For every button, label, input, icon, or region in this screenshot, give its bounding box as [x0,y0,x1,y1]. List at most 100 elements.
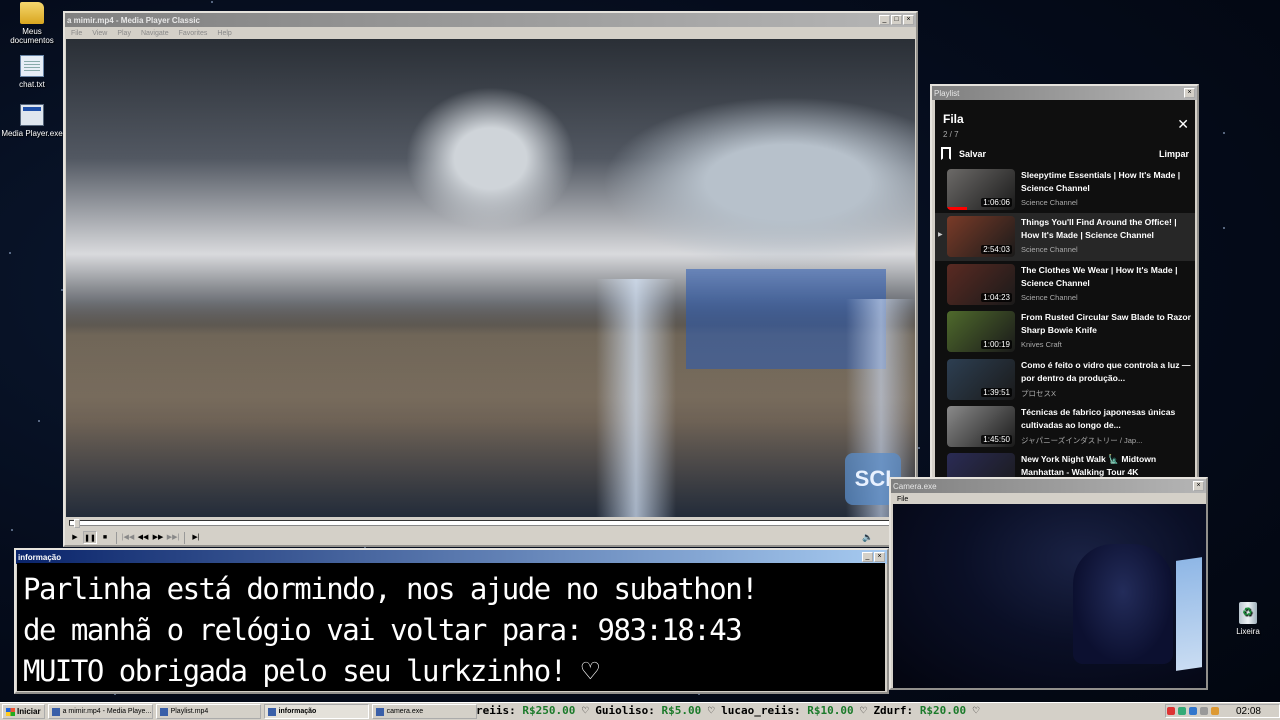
playlist-item[interactable]: 1:04:23 The Clothes We Wear | How It's Ma… [935,261,1195,308]
channel-name: Science Channel [1021,198,1078,207]
info-message: Parlinha está dormindo, nos ajude no sub… [17,563,885,691]
menu-play[interactable]: Play [117,30,131,37]
video-thumbnail: 1:45:50 [947,405,1015,447]
application-icon [20,104,44,126]
pause-icon[interactable]: ❚❚ [83,531,97,544]
close-icon[interactable]: ✕ [1177,116,1189,133]
video-title: Como é feito o vidro que controla a luz … [1021,359,1191,383]
seek-thumb[interactable] [74,519,81,528]
watch-progress [947,207,968,210]
windows-logo-icon [6,707,15,716]
tray-icon[interactable] [1210,707,1219,715]
playlist-titlebar[interactable]: Playlist × [932,86,1197,100]
donation-ticker: reiis: R$250.00 ♡ Guioliso: R$5.00 ♡ luc… [476,704,1166,718]
tray-icon[interactable] [1188,707,1197,715]
taskbar-button[interactable]: a mimir.mp4 - Media Playe... [47,704,153,719]
camera-subject [1073,544,1173,664]
rewind-icon[interactable]: ◀◀ [136,531,150,544]
maximize-button[interactable]: □ [891,15,902,25]
window-title: Playlist [934,88,960,98]
volume-icon[interactable]: 🔈 [862,532,873,543]
play-icon[interactable]: ▶ [68,531,82,544]
close-button[interactable]: × [1193,481,1204,491]
desktop-icon-label: Meus documentos [10,27,54,45]
playlist-item[interactable]: 1:45:50 Técnicas de fabrico japonesas úni… [935,403,1195,450]
window-icon [267,707,276,716]
heart-icon: ♡ [853,704,874,717]
playlist-item[interactable]: 1:00:19 From Rusted Circular Saw Blade to… [935,308,1195,355]
video-title: Técnicas de fabrico japonesas únicas cul… [1021,406,1176,430]
desktop-icon-my-documents[interactable]: Meus documentos [0,2,64,45]
window-icon [51,707,60,716]
fast-forward-icon[interactable]: ▶▶ [151,531,165,544]
heart-icon: ♡ [575,704,596,717]
taskbar-button[interactable]: Playlist.mp4 [155,704,261,719]
playlist-item[interactable]: ▶ 2:54:03 Things You'll Find Around the Of… [935,213,1195,261]
video-thumbnail: 2:54:03 [947,216,1015,258]
taskbar-button-label: Playlist.mp4 [170,708,209,715]
video-thumbnail: 1:00:19 [947,311,1015,353]
frame-step-icon[interactable]: ▶| [189,531,203,544]
tray-icon[interactable] [1177,707,1186,715]
media-player-titlebar[interactable]: a mimir.mp4 - Media Player Classic _ □ × [65,13,916,27]
desktop-icon-label: chat.txt [19,80,45,89]
menu-view[interactable]: View [92,30,107,37]
window-icon [375,707,384,716]
info-line: MUITO obrigada pelo seu lurkzinho! ♡ [23,654,599,688]
desktop-icon-label: Media Player.exe [1,129,63,138]
stop-icon[interactable]: ■ [98,531,112,544]
donation-amount: R$10.00 [807,704,854,717]
close-button[interactable]: × [903,15,914,25]
desktop-icon-chat-txt[interactable]: chat.txt [0,55,64,89]
taskbar-button-label: a mimir.mp4 - Media Playe... [62,708,152,715]
menu-navigate[interactable]: Navigate [141,30,169,37]
desktop-icon-media-player[interactable]: Media Player.exe [0,104,64,138]
bookmark-icon[interactable] [941,147,951,160]
seek-bar[interactable] [69,519,911,528]
save-button[interactable]: Salvar [959,149,986,159]
donor-name: lucao_reiis: [721,704,801,717]
divider [116,531,117,544]
minimize-button[interactable]: _ [862,552,873,562]
menu-favorites[interactable]: Favorites [179,30,208,37]
video-thumbnail: 1:39:51 [947,358,1015,400]
start-button[interactable]: Iniciar [2,704,45,719]
video-scene-element [596,279,676,517]
star [1222,227,1225,230]
camera-background-screen [1176,557,1202,671]
next-icon[interactable]: ▶▶| [166,531,180,544]
donor-name: Zdurf: [873,704,914,717]
info-titlebar[interactable]: informação _ × [16,550,887,564]
clock: 02:08 [1235,705,1261,717]
taskbar-button[interactable]: camera.exe [371,704,477,719]
camera-titlebar[interactable]: Camera.exe × [891,479,1206,493]
menu-help[interactable]: Help [217,30,231,37]
now-playing-icon: ▶ [938,232,943,239]
video-title: The Clothes We Wear | How It's Made | Sc… [1021,264,1178,288]
taskbar-button[interactable]: informação [263,704,369,719]
close-button[interactable]: × [874,552,885,562]
playlist-item[interactable]: 1:06:06 Sleepytime Essentials | How It's … [935,166,1195,213]
volume-icon[interactable] [1199,707,1208,715]
playlist-item[interactable]: 1:39:51 Como é feito o vidro que controla… [935,356,1195,403]
video-title: Sleepytime Essentials | How It's Made | … [1021,170,1181,193]
clear-button[interactable]: Limpar [1159,149,1189,159]
minimize-button[interactable]: _ [879,15,890,25]
menu-file[interactable]: File [71,30,82,37]
close-button[interactable]: × [1184,88,1195,98]
tray-icon[interactable] [1166,707,1175,715]
donation-amount: R$5.00 [661,704,702,717]
menu-file[interactable]: File [897,496,908,503]
donation-amount: R$250.00 [522,704,576,717]
channel-name: ジャパニーズインダストリー / Jap... [1021,435,1143,445]
desktop-icon-recycle-bin[interactable]: Lixeira [1216,602,1280,636]
previous-icon[interactable]: |◀◀ [121,531,135,544]
video-title: New York Night Walk 🗽 Midtown Manhattan … [1021,454,1157,478]
playlist-item[interactable]: New York Night Walk 🗽 Midtown Manhattan … [935,450,1195,480]
video-frame[interactable]: SCI [66,39,915,517]
video-duration: 1:04:23 [981,292,1012,302]
channel-name: Science Channel [1021,245,1078,255]
video-duration: 1:06:06 [981,198,1012,207]
star [10,529,13,532]
video-thumbnail: 1:04:23 [947,263,1015,305]
